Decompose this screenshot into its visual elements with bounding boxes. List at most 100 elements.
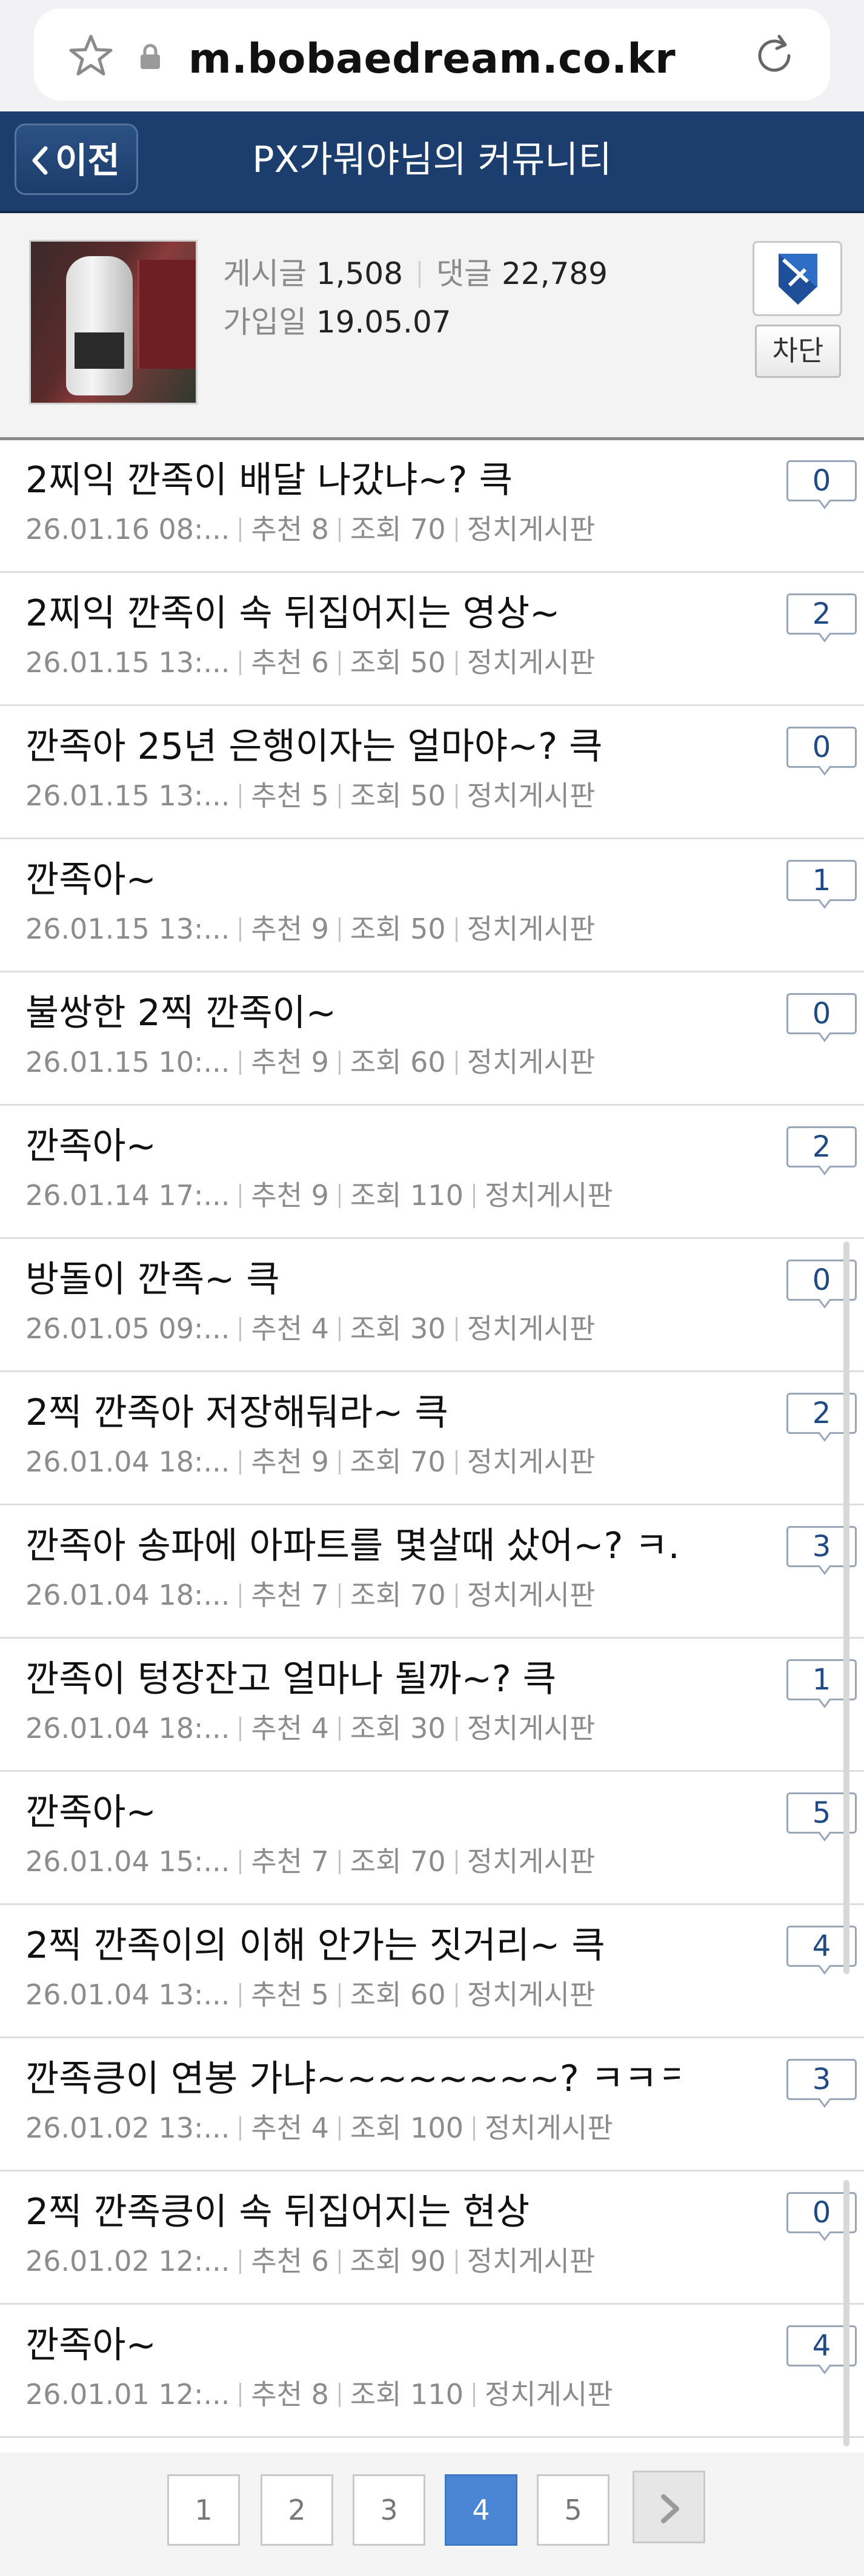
scrollbar-thumb-top[interactable]	[843, 1241, 849, 1974]
post-title[interactable]: 깐족아~	[25, 2323, 680, 2368]
meta-divider	[239, 2383, 242, 2407]
comment-count-badge[interactable]: 1	[786, 860, 857, 909]
post-title[interactable]: 깐족아~	[25, 857, 680, 902]
meta-divider	[338, 784, 341, 808]
meta-divider	[239, 518, 242, 542]
meta-divider	[455, 1850, 457, 1874]
post-row[interactable]: 깐족킁이 연봉 가냐~~~~~~~~? ㅋㅋㅋ... 26.01.02 13:..…	[0, 2038, 864, 2171]
post-row[interactable]: 깐족아 25년 은행이자는 얼마야~? 큭 26.01.15 13:... 추천 5…	[0, 706, 864, 839]
post-title[interactable]: 2찌익 깐족이 배달 나갔냐~? 큭	[25, 458, 680, 503]
post-title[interactable]: 깐족아 25년 은행이자는 얼마야~? 큭	[25, 724, 680, 769]
post-meta: 26.01.15 13:... 추천 5 조회 50 정치게시판	[25, 779, 595, 813]
post-date: 26.01.15 13:...	[25, 779, 230, 812]
nav-header: 이전 PX가뭐야님의 커뮤니티	[0, 111, 864, 214]
post-board: 정치게시판	[467, 1712, 596, 1745]
post-board: 정치게시판	[467, 1978, 596, 2011]
page-button[interactable]: 3	[353, 2474, 425, 2546]
post-date: 26.01.04 18:...	[25, 1445, 230, 1478]
meta-divider	[239, 917, 242, 942]
post-row[interactable]: 깐족아 송파에 아파트를 몇살때 샀어~? ㅋ... 26.01.04 18:..…	[0, 1505, 864, 1639]
scrollbar-thumb-bottom[interactable]	[843, 2180, 849, 2446]
post-date: 26.01.15 13:...	[25, 646, 230, 679]
page-button[interactable]: 2	[261, 2474, 333, 2546]
chevron-right-icon	[661, 2494, 679, 2523]
post-recommend: 추천 9	[251, 1179, 329, 1212]
post-row[interactable]: 2찍 깐족이의 이해 안가는 짓거리~ 큭 26.01.04 13:... 추천 5…	[0, 1905, 864, 2038]
post-row[interactable]: 깐족아~ 26.01.14 17:... 추천 9 조회 110 정치게시판 2	[0, 1106, 864, 1239]
post-title[interactable]: 불쌍한 2찍 깐족이~	[25, 991, 680, 1035]
post-meta: 26.01.01 12:... 추천 8 조회 110 정치게시판	[25, 2377, 613, 2411]
meta-divider	[338, 1850, 341, 1874]
meta-divider	[239, 1717, 242, 1741]
block-button[interactable]: 차단	[755, 325, 841, 378]
url-text[interactable]: m.bobaedream.co.kr	[34, 35, 830, 84]
next-page-button[interactable]	[633, 2471, 705, 2543]
post-views: 조회 30	[350, 1312, 446, 1345]
post-recommend: 추천 6	[251, 2245, 329, 2277]
meta-divider	[455, 784, 457, 808]
post-title[interactable]: 2찍 깐족킁이 속 뒤집어지는 현상	[25, 2190, 680, 2234]
post-title[interactable]: 깐족킁이 연봉 가냐~~~~~~~~? ㅋㅋㅋ...	[25, 2056, 680, 2101]
post-row[interactable]: 깐족아~ 26.01.01 12:... 추천 8 조회 110 정치게시판 4	[0, 2305, 864, 2438]
post-recommend: 추천 4	[251, 1712, 329, 1745]
post-meta: 26.01.14 17:... 추천 9 조회 110 정치게시판	[25, 1178, 613, 1212]
pagination: 12345	[0, 2452, 864, 2576]
post-recommend: 추천 5	[251, 1978, 329, 2011]
meta-divider	[239, 1983, 242, 2007]
comment-count-badge[interactable]: 2	[786, 593, 857, 642]
meta-divider	[239, 1184, 242, 1208]
post-title[interactable]: 방돌이 깐족~ 큭	[25, 1257, 680, 1302]
post-date: 26.01.05 09:...	[25, 1312, 230, 1345]
meta-divider	[455, 1450, 457, 1475]
post-title[interactable]: 2찍 깐족이의 이해 안가는 짓거리~ 큭	[25, 1923, 680, 1968]
post-title[interactable]: 2찌익 깐족이 속 뒤집어지는 영상~	[25, 591, 680, 636]
joined-date: 19.05.07	[316, 305, 451, 340]
address-bar[interactable]: m.bobaedream.co.kr	[34, 8, 830, 101]
post-recommend: 추천 8	[251, 2378, 329, 2411]
back-button[interactable]: 이전	[15, 124, 138, 195]
avatar	[29, 240, 198, 405]
post-board: 정치게시판	[467, 1312, 596, 1345]
page-button[interactable]: 5	[537, 2474, 610, 2546]
post-board: 정치게시판	[467, 513, 596, 546]
post-title[interactable]: 깐족이 텅장잔고 얼마나 될까~? 큭	[25, 1657, 680, 1702]
post-date: 26.01.15 13:...	[25, 913, 230, 945]
post-row[interactable]: 깐족아~ 26.01.15 13:... 추천 9 조회 50 정치게시판 1	[0, 839, 864, 973]
meta-divider	[239, 1317, 242, 1341]
post-board: 정치게시판	[484, 1179, 613, 1212]
post-row[interactable]: 2찍 깐족킁이 속 뒤집어지는 현상 26.01.02 12:... 추천 6 조회 …	[0, 2171, 864, 2305]
comment-count-badge[interactable]: 0	[786, 727, 857, 776]
post-title[interactable]: 2찍 깐족아 저장해둬라~ 큭	[25, 1390, 680, 1435]
post-recommend: 추천 8	[251, 513, 329, 546]
post-row[interactable]: 깐족이 텅장잔고 얼마나 될까~? 큭 26.01.04 18:... 추천 4 조회…	[0, 1639, 864, 1772]
badge-button[interactable]	[753, 241, 842, 316]
avatar-box-shape	[138, 260, 196, 369]
reload-icon[interactable]	[749, 30, 800, 81]
post-row[interactable]: 2찍 깐족아 저장해둬라~ 큭 26.01.04 18:... 추천 9 조회 70 정…	[0, 1372, 864, 1505]
post-board: 정치게시판	[484, 2112, 613, 2144]
comment-count-badge[interactable]: 0	[786, 993, 857, 1042]
post-row[interactable]: 불쌍한 2찍 깐족이~ 26.01.15 10:... 추천 9 조회 60 정치게시판…	[0, 973, 864, 1106]
post-views: 조회 50	[350, 646, 446, 679]
post-date: 26.01.02 12:...	[25, 2245, 230, 2277]
post-meta: 26.01.04 18:... 추천 7 조회 70 정치게시판	[25, 1578, 595, 1612]
post-row[interactable]: 깐족아~ 26.01.04 15:... 추천 7 조회 70 정치게시판 5	[0, 1772, 864, 1905]
post-title[interactable]: 깐족아 송파에 아파트를 몇살때 샀어~? ㅋ...	[25, 1524, 680, 1568]
post-row[interactable]: 2찌익 깐족이 속 뒤집어지는 영상~ 26.01.15 13:... 추천 6 조회…	[0, 573, 864, 706]
post-title[interactable]: 깐족아~	[25, 1124, 680, 1169]
post-board: 정치게시판	[467, 2245, 596, 2277]
page-button[interactable]: 4	[445, 2474, 517, 2546]
comment-count-badge[interactable]: 0	[786, 460, 857, 509]
post-title[interactable]: 깐족아~	[25, 1790, 680, 1835]
post-row[interactable]: 2찌익 깐족이 배달 나갔냐~? 큭 26.01.16 08:... 추천 8 조회 …	[0, 440, 864, 573]
post-views: 조회 70	[350, 1445, 446, 1478]
post-views: 조회 90	[350, 2245, 446, 2277]
comment-count-badge[interactable]: 3	[786, 2059, 857, 2108]
post-meta: 26.01.02 12:... 추천 6 조회 90 정치게시판	[25, 2244, 595, 2278]
comment-count-badge[interactable]: 2	[786, 1126, 857, 1175]
post-recommend: 추천 9	[251, 1445, 329, 1478]
meta-divider	[473, 2383, 475, 2407]
page-button[interactable]: 1	[167, 2474, 240, 2546]
post-row[interactable]: 방돌이 깐족~ 큭 26.01.05 09:... 추천 4 조회 30 정치게시판 0	[0, 1239, 864, 1372]
post-date: 26.01.14 17:...	[25, 1179, 230, 1212]
